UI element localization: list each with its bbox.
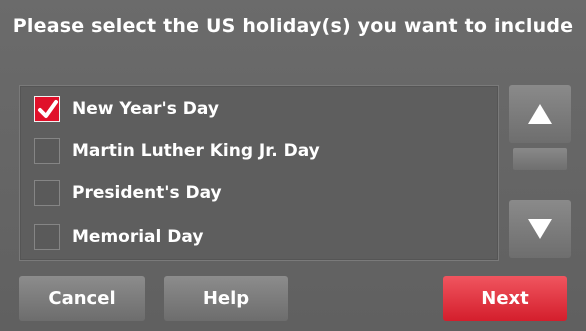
help-button-label: Help xyxy=(202,288,250,309)
checkbox-memorial-day[interactable] xyxy=(34,224,60,250)
checkbox-mlk-day[interactable] xyxy=(34,138,60,164)
next-button-label: Next xyxy=(481,288,529,309)
checkbox-presidents-day[interactable] xyxy=(34,180,60,206)
scroll-down-button[interactable] xyxy=(509,200,571,258)
holiday-selection-screen: Please select the US holiday(s) you want… xyxy=(0,0,586,331)
list-item-label: Memorial Day xyxy=(72,227,204,247)
list-item-label: New Year's Day xyxy=(72,99,219,119)
list-item-mlk-day[interactable]: Martin Luther King Jr. Day xyxy=(34,136,320,166)
list-item-label: Martin Luther King Jr. Day xyxy=(72,141,320,161)
checkbox-new-years-day[interactable] xyxy=(34,96,60,122)
holiday-list: New Year's Day Martin Luther King Jr. Da… xyxy=(19,85,499,261)
cancel-button-label: Cancel xyxy=(48,288,116,309)
scroll-up-button[interactable] xyxy=(509,85,571,143)
next-button[interactable]: Next xyxy=(443,276,567,321)
help-button[interactable]: Help xyxy=(164,276,288,321)
page-title: Please select the US holiday(s) you want… xyxy=(12,15,574,37)
cancel-button[interactable]: Cancel xyxy=(19,276,145,321)
list-item-label: President's Day xyxy=(72,183,222,203)
checkmark-icon xyxy=(38,100,58,118)
list-item-presidents-day[interactable]: President's Day xyxy=(34,178,222,208)
triangle-down-icon xyxy=(528,219,552,239)
list-item-memorial-day[interactable]: Memorial Day xyxy=(34,222,203,252)
list-item-new-years-day[interactable]: New Year's Day xyxy=(34,94,219,124)
scrollbar-thumb[interactable] xyxy=(513,148,567,170)
triangle-up-icon xyxy=(528,104,552,124)
